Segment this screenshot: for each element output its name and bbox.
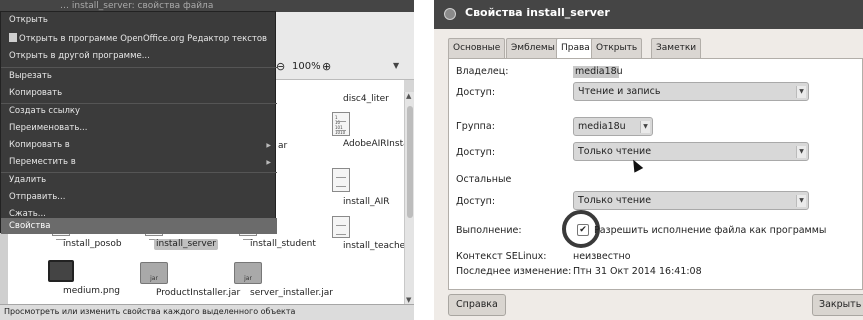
- menu-item-move-to[interactable]: Переместить в ▶: [1, 154, 277, 171]
- file-label: install_server: [154, 239, 218, 250]
- jar-icon: jar: [234, 262, 262, 284]
- modified-label: Последнее изменение:: [456, 266, 572, 277]
- owner-label: Владелец:: [456, 66, 509, 77]
- menu-item-open-with-openoffice[interactable]: Открыть в программе OpenOffice.org Редак…: [1, 31, 277, 48]
- file-item[interactable]: install_teacher: [296, 216, 409, 251]
- menu-item-rename[interactable]: Переименовать...: [1, 120, 277, 137]
- zoom-level: 100%: [292, 61, 321, 72]
- document-icon: [332, 216, 350, 238]
- file-item[interactable]: 1101011010 AdobeAIRInstaller.bin: [296, 112, 414, 149]
- dropdown-arrow-icon: ▼: [796, 146, 806, 158]
- owner-access-value: Чтение и запись: [578, 86, 661, 97]
- zoom-out-icon[interactable]: ⊖: [276, 60, 285, 73]
- scroll-down-icon[interactable]: ▼: [406, 296, 411, 304]
- file-label: install_student: [250, 239, 316, 249]
- file-manager-window: … install_server: свойства файла ⊖ 100% …: [0, 0, 414, 320]
- document-icon-text: 1 10 101 1010: [335, 115, 346, 135]
- status-bar: Просмотреть или изменить свойства каждог…: [0, 304, 414, 320]
- document-icon: [332, 168, 350, 192]
- owner-access-label: Доступ:: [456, 87, 496, 98]
- owner-access-combo[interactable]: Чтение и запись ▼: [573, 82, 809, 101]
- tab-permissions[interactable]: Права: [556, 38, 595, 59]
- menu-item-cut[interactable]: Вырезать: [1, 68, 277, 85]
- file-label: install_AIR: [343, 197, 390, 207]
- menu-item-open[interactable]: Открыть: [1, 12, 277, 29]
- modified-value: Птн 31 Окт 2014 16:41:08: [573, 266, 702, 277]
- dropdown-arrow-icon: ▼: [796, 86, 806, 98]
- scroll-up-icon[interactable]: ▲: [406, 92, 411, 100]
- submenu-arrow-icon: ▶: [266, 159, 271, 166]
- scrollbar-thumb[interactable]: [407, 106, 413, 218]
- file-label: medium.png: [63, 286, 120, 296]
- menu-item-open-with-other[interactable]: Открыть в другой программе...: [1, 48, 277, 65]
- owner-value: media18u: [573, 66, 623, 78]
- tab-notes[interactable]: Заметки: [651, 38, 702, 58]
- zoom-in-icon[interactable]: ⊕: [322, 60, 331, 73]
- file-label: install_teacher: [343, 241, 409, 251]
- help-button[interactable]: Справка: [448, 294, 506, 316]
- selinux-value: неизвестно: [573, 251, 631, 262]
- close-button[interactable]: Закрыть: [812, 294, 863, 316]
- dialog-title: Свойства install_server: [465, 6, 610, 19]
- file-item[interactable]: jar ProductInstaller.jar: [109, 262, 240, 298]
- file-item[interactable]: install_AIR: [296, 168, 390, 207]
- tab-emblems[interactable]: Эмблемы: [506, 38, 560, 58]
- vertical-scrollbar[interactable]: ▲ ▼: [404, 92, 414, 304]
- document-icon: [9, 33, 17, 42]
- tab-open-with[interactable]: Открыть в: [591, 38, 643, 71]
- file-label-partial: ar: [278, 141, 288, 151]
- context-menu: Открыть Открыть в программе OpenOffice.o…: [0, 11, 277, 234]
- others-access-label: Доступ:: [456, 196, 496, 207]
- dialog-titlebar: Свойства install_server: [434, 0, 863, 29]
- menu-item-copy-to[interactable]: Копировать в ▶: [1, 137, 277, 154]
- menu-item-properties[interactable]: Свойства: [1, 218, 277, 234]
- others-label: Остальные: [456, 174, 512, 185]
- view-dropdown-icon[interactable]: ▼: [393, 61, 399, 70]
- image-icon: [48, 260, 74, 282]
- document-icon: 1 10 101 1010: [332, 112, 350, 136]
- group-access-value: Только чтение: [578, 146, 652, 157]
- menu-item-copy[interactable]: Копировать: [1, 85, 277, 102]
- submenu-arrow-icon: ▶: [266, 142, 271, 149]
- group-label: Группа:: [456, 121, 495, 132]
- selinux-label: Контекст SELinux:: [456, 251, 547, 262]
- group-access-label: Доступ:: [456, 147, 496, 158]
- group-access-combo[interactable]: Только чтение ▼: [573, 142, 809, 161]
- group-combo[interactable]: media18u ▼: [573, 117, 653, 136]
- jar-icon: jar: [140, 262, 168, 284]
- menu-item-delete[interactable]: Удалить: [1, 172, 277, 189]
- file-item[interactable]: jar server_installer.jar: [203, 262, 333, 298]
- others-access-value: Только чтение: [578, 195, 652, 206]
- tab-basic[interactable]: Основные: [448, 38, 506, 58]
- file-label: server_installer.jar: [250, 288, 333, 298]
- group-value: media18u: [578, 121, 626, 132]
- menu-item-create-link[interactable]: Создать ссылку: [1, 103, 277, 120]
- dropdown-arrow-icon: ▼: [796, 195, 806, 207]
- dropdown-arrow-icon: ▼: [640, 121, 650, 133]
- execute-label: Выполнение:: [456, 225, 522, 236]
- others-access-combo[interactable]: Только чтение ▼: [573, 191, 809, 210]
- properties-dialog: Свойства install_server Основные Эмблемы…: [434, 0, 863, 320]
- screenshot-root: … install_server: свойства файла ⊖ 100% …: [0, 0, 863, 320]
- file-label: disc4_liter: [343, 94, 389, 104]
- file-label: install_posob: [63, 239, 122, 249]
- status-text: Просмотреть или изменить свойства каждог…: [4, 307, 296, 316]
- execute-checkbox-label[interactable]: Разрешить исполнение файла как программы: [594, 225, 826, 236]
- menu-item-send[interactable]: Отправить...: [1, 189, 277, 206]
- file-label: ProductInstaller.jar: [156, 288, 241, 298]
- file-item[interactable]: medium.png: [16, 260, 120, 296]
- window-menu-icon[interactable]: [444, 8, 456, 20]
